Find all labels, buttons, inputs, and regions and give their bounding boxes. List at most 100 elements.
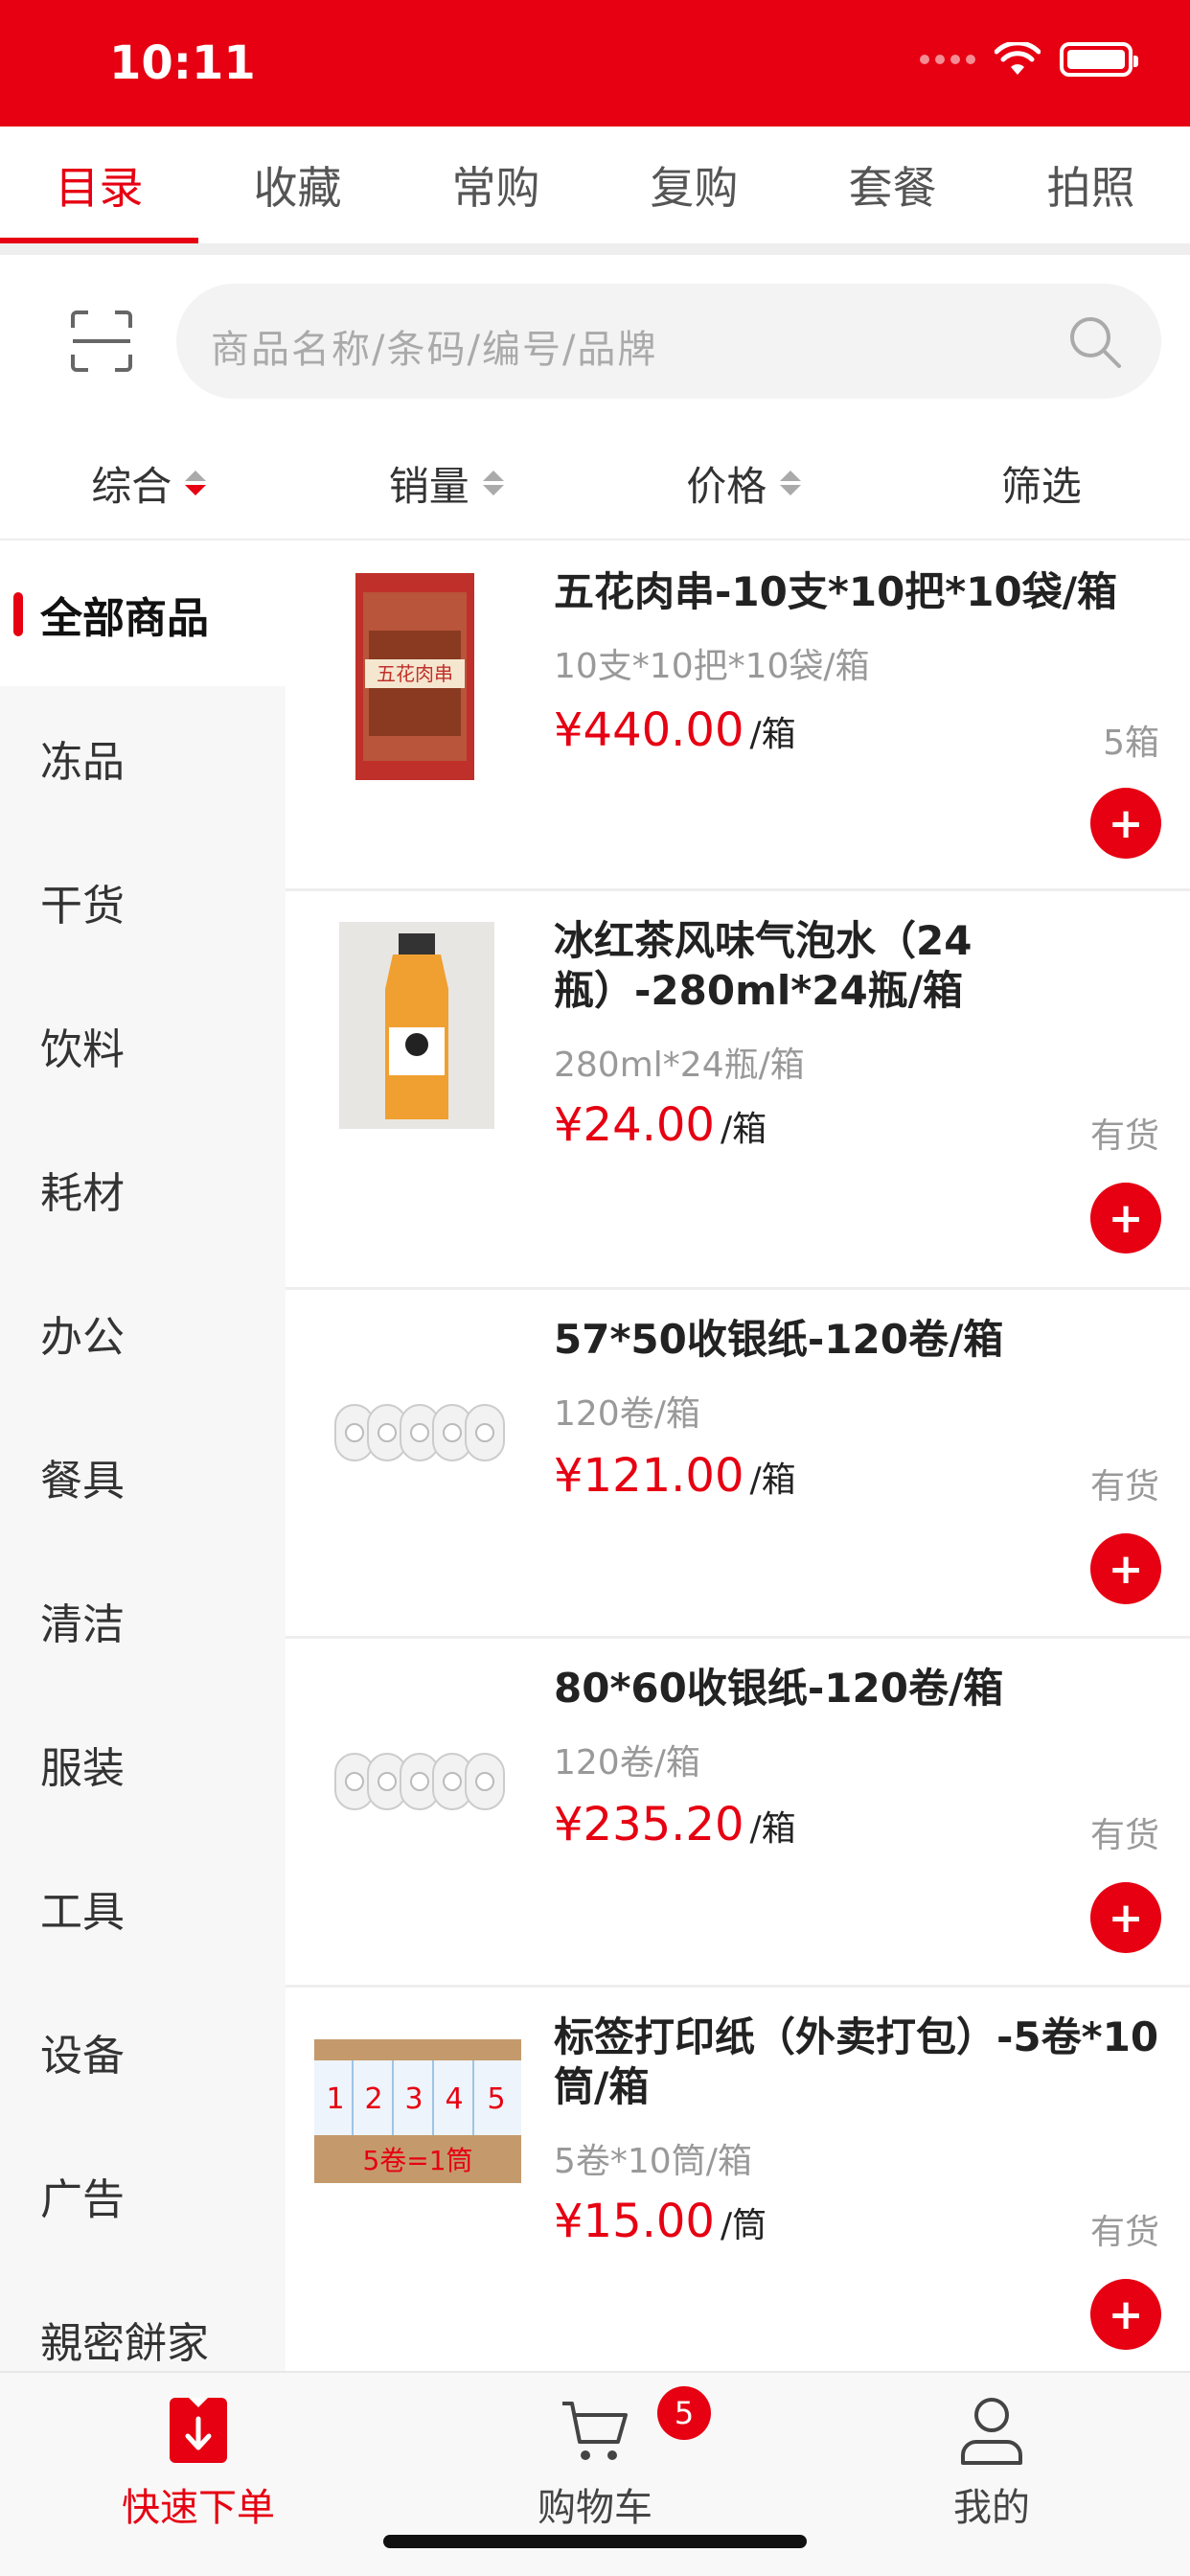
sidebar-item-dry-goods[interactable]: 干货 xyxy=(0,830,286,974)
product-unit: /箱 xyxy=(749,1809,796,1849)
product-unit: /箱 xyxy=(749,715,796,754)
cart-icon xyxy=(562,2402,628,2460)
tab-favorites[interactable]: 收藏 xyxy=(198,126,397,243)
product-card[interactable]: 80*60收银纸-120卷/箱 120卷/箱 ¥235.20 /箱 有货 + xyxy=(286,1639,1190,1988)
top-tabs: 目录 收藏 常购 复购 套餐 拍照 xyxy=(0,126,1190,243)
search-placeholder: 商品名称/条码/编号/品牌 xyxy=(211,328,658,372)
sidebar-item-bakery[interactable]: 親密餅家 xyxy=(0,2267,286,2371)
product-image-number: 1 xyxy=(326,2082,344,2116)
sort-price[interactable]: 价格 xyxy=(595,427,893,539)
product-name: 标签打印纸（外卖打包）-5卷*10筒/箱 xyxy=(554,2013,1159,2110)
nav-label: 我的 xyxy=(953,2486,1030,2530)
sidebar-item-office[interactable]: 办公 xyxy=(0,1261,286,1405)
product-image-number: 4 xyxy=(445,2082,463,2116)
sidebar-item-ads[interactable]: 广告 xyxy=(0,2124,286,2267)
product-image: 五花肉串 xyxy=(314,571,515,782)
product-stock: 有货 xyxy=(1089,1467,1159,1506)
nav-quick-order[interactable]: 快速下单 xyxy=(0,2373,397,2576)
product-stock: 5箱 xyxy=(1103,724,1159,763)
product-name: 57*50收银纸-120卷/箱 xyxy=(554,1316,1004,1363)
tab-repurchase[interactable]: 复购 xyxy=(595,126,793,243)
product-image-number: 5 xyxy=(487,2082,505,2116)
product-spec: 280ml*24瓶/箱 xyxy=(554,1046,805,1085)
sort-sales[interactable]: 销量 xyxy=(298,427,596,539)
sidebar-item-clothing[interactable]: 服装 xyxy=(0,1692,286,1836)
product-spec: 120卷/箱 xyxy=(554,1743,700,1782)
sort-bar: 综合 销量 价格 筛选 xyxy=(0,427,1190,540)
sidebar-item-equipment[interactable]: 设备 xyxy=(0,1980,286,2124)
status-time: 10:11 xyxy=(109,36,256,90)
product-image-number: 3 xyxy=(404,2082,423,2116)
product-card[interactable]: 冰红茶风味气泡水（24瓶）-280ml*24瓶/箱 280ml*24瓶/箱 ¥2… xyxy=(286,891,1190,1290)
user-icon xyxy=(961,2398,1022,2465)
sort-arrows-icon xyxy=(780,471,802,495)
home-indicator xyxy=(383,2535,807,2548)
product-image xyxy=(324,1668,515,1878)
product-list: 五花肉串 五花肉串-10支*10把*10袋/箱 10支*10把*10袋/箱 ¥4… xyxy=(286,542,1190,2371)
sidebar-item-frozen[interactable]: 冻品 xyxy=(0,686,286,830)
product-price-row: ¥121.00 /箱 xyxy=(554,1449,796,1503)
scan-icon[interactable] xyxy=(69,309,134,374)
search-input[interactable]: 商品名称/条码/编号/品牌 xyxy=(176,284,1161,399)
status-icons xyxy=(920,42,1138,77)
product-name: 80*60收银纸-120卷/箱 xyxy=(554,1665,1004,1712)
product-price-row: ¥235.20 /箱 xyxy=(554,1798,796,1852)
tab-catalog[interactable]: 目录 xyxy=(0,126,198,243)
product-spec: 120卷/箱 xyxy=(554,1394,700,1434)
filter-label: 筛选 xyxy=(1000,462,1082,510)
sidebar-item-supplies[interactable]: 耗材 xyxy=(0,1117,286,1261)
product-price: ¥24.00 xyxy=(554,1098,715,1152)
product-name: 五花肉串-10支*10把*10袋/箱 xyxy=(554,568,1118,615)
product-stock: 有货 xyxy=(1089,2213,1159,2252)
product-price-row: ¥24.00 /箱 xyxy=(554,1098,767,1152)
product-spec: 10支*10把*10袋/箱 xyxy=(554,647,870,686)
filter-button[interactable]: 筛选 xyxy=(893,427,1190,539)
product-image xyxy=(339,920,494,1131)
product-card[interactable]: 1 2 3 4 5 5卷=1筒 标签打印纸（外卖打包）-5卷*10筒/箱 5卷*… xyxy=(286,1988,1190,2371)
sidebar-item-tools[interactable]: 工具 xyxy=(0,1836,286,1980)
sort-label: 价格 xyxy=(686,462,767,510)
add-to-cart-button[interactable]: + xyxy=(1090,788,1161,859)
product-image-label: 5卷=1筒 xyxy=(362,2145,472,2176)
sidebar-item-drinks[interactable]: 饮料 xyxy=(0,974,286,1117)
product-unit: /箱 xyxy=(720,1110,767,1149)
product-spec: 5卷*10筒/箱 xyxy=(554,2142,752,2181)
status-bar: 10:11 xyxy=(0,0,1190,126)
product-price: ¥121.00 xyxy=(554,1449,744,1503)
sort-label: 销量 xyxy=(388,462,469,510)
product-price: ¥235.20 xyxy=(554,1798,744,1852)
battery-icon xyxy=(1060,42,1138,77)
add-to-cart-button[interactable]: + xyxy=(1090,2279,1161,2350)
product-card[interactable]: 57*50收银纸-120卷/箱 120卷/箱 ¥121.00 /箱 有货 + xyxy=(286,1290,1190,1639)
search-icon[interactable] xyxy=(1067,314,1123,370)
sidebar-item-tableware[interactable]: 餐具 xyxy=(0,1405,286,1549)
product-unit: /筒 xyxy=(720,2206,767,2245)
sidebar-item-cleaning[interactable]: 清洁 xyxy=(0,1549,286,1692)
add-to-cart-button[interactable]: + xyxy=(1090,1183,1161,1254)
sort-arrows-icon xyxy=(185,471,207,495)
nav-label: 快速下单 xyxy=(122,2486,275,2530)
nav-label: 购物车 xyxy=(538,2486,652,2530)
cart-badge: 5 xyxy=(657,2386,711,2440)
product-stock: 有货 xyxy=(1089,1816,1159,1855)
product-price: ¥440.00 xyxy=(554,703,744,757)
add-to-cart-button[interactable]: + xyxy=(1090,1533,1161,1604)
product-stock: 有货 xyxy=(1089,1116,1159,1156)
nav-mine[interactable]: 我的 xyxy=(793,2373,1190,2576)
sidebar-item-all[interactable]: 全部商品 xyxy=(0,542,286,686)
divider xyxy=(0,243,1190,255)
product-image xyxy=(324,1319,515,1530)
tab-package[interactable]: 套餐 xyxy=(793,126,992,243)
wifi-icon xyxy=(995,42,1041,75)
product-card[interactable]: 五花肉串 五花肉串-10支*10把*10袋/箱 10支*10把*10袋/箱 ¥4… xyxy=(286,542,1190,891)
product-price-row: ¥440.00 /箱 xyxy=(554,703,796,757)
tab-frequent[interactable]: 常购 xyxy=(397,126,595,243)
product-name: 冰红茶风味气泡水（24瓶）-280ml*24瓶/箱 xyxy=(554,917,973,1014)
sort-comprehensive[interactable]: 综合 xyxy=(0,427,298,539)
sort-arrows-icon xyxy=(482,471,504,495)
product-price-row: ¥15.00 /筒 xyxy=(554,2195,767,2248)
tab-photo[interactable]: 拍照 xyxy=(992,126,1190,243)
signal-icon xyxy=(920,55,975,64)
add-to-cart-button[interactable]: + xyxy=(1090,1882,1161,1953)
quick-order-icon xyxy=(170,2398,227,2463)
